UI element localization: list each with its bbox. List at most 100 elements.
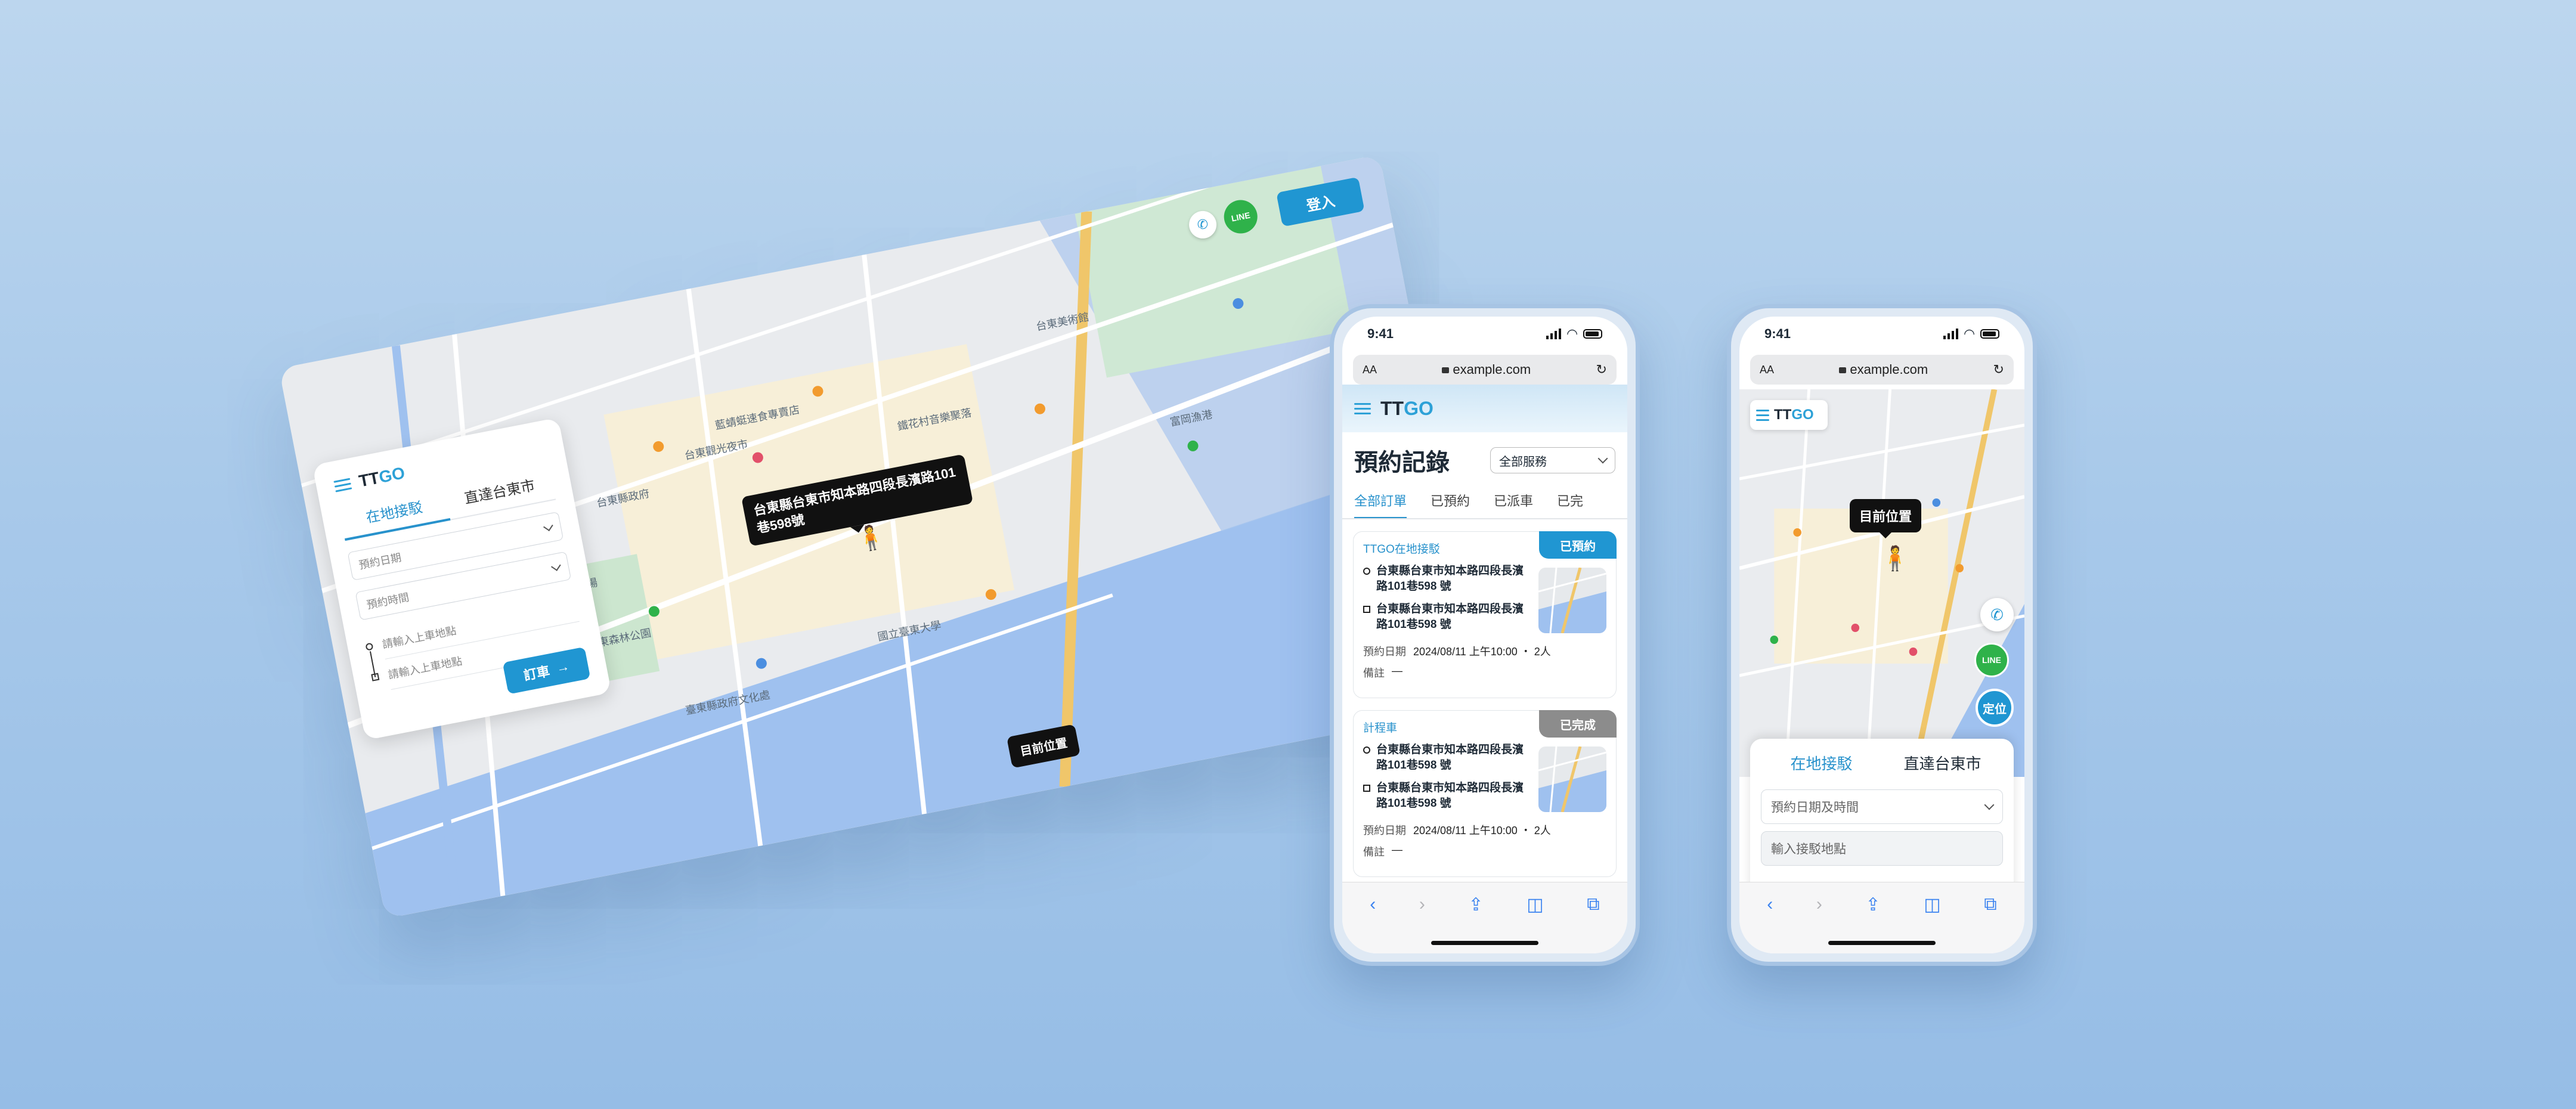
status-time: 9:41 xyxy=(1367,326,1394,341)
phone-icon[interactable]: ✆ xyxy=(1980,598,2014,631)
share-icon[interactable]: ⇪ xyxy=(1469,894,1484,915)
reload-icon[interactable]: ↻ xyxy=(1993,362,2004,377)
signal-icon xyxy=(1943,329,1959,339)
text-size-button[interactable]: AA xyxy=(1760,364,1774,376)
back-icon[interactable]: ‹ xyxy=(1767,894,1773,915)
tabs-icon[interactable]: ⧉ xyxy=(1587,894,1599,915)
menu-icon[interactable] xyxy=(333,478,352,492)
tabs-icon[interactable]: ⧉ xyxy=(1984,894,1996,915)
lock-icon xyxy=(1839,367,1847,373)
site-header: TTGO xyxy=(1342,385,1627,432)
forward-icon[interactable]: › xyxy=(1419,894,1425,915)
destination-square-icon xyxy=(371,673,380,681)
filter-value: 全部服務 xyxy=(1499,455,1547,469)
text-size-button[interactable]: AA xyxy=(1363,364,1377,376)
logo-tt: TT xyxy=(1774,407,1792,423)
arrow-right-icon: → xyxy=(555,658,571,676)
service-tabs: 在地接駁 直達台東市 xyxy=(1761,748,2003,782)
locate-button[interactable]: 定位 xyxy=(1976,689,2014,727)
wifi-icon: ◠ xyxy=(1567,326,1577,341)
logo[interactable]: TTGO xyxy=(1380,398,1433,420)
tab-booked[interactable]: 已預約 xyxy=(1431,491,1470,518)
tab-local-shuttle[interactable]: 在地接駁 xyxy=(1761,748,1882,782)
order-card[interactable]: 計程車 已完成 台東縣台東市知本路四段長濱路101巷598 號 台東縣台東市知本… xyxy=(1353,710,1617,877)
origin-dot-icon xyxy=(1363,568,1370,575)
bookmarks-icon[interactable]: ◫ xyxy=(1527,894,1543,915)
destination-address: 台東縣台東市知本路四段長濱路101巷598 號 xyxy=(1376,782,1524,810)
datetime-select[interactable]: 預約日期及時間 xyxy=(1761,789,2003,824)
person-marker-icon: 🧍 xyxy=(1880,546,1910,572)
date-value: 2024/08/11 上午10:00 ・ 2人 xyxy=(1413,825,1551,837)
lock-icon xyxy=(1442,367,1450,373)
url-text: example.com xyxy=(1453,362,1531,377)
phone-booking-records: 9:41 ◠ AA example.com ↻ TTGO 預約記錄 全部服務 全… xyxy=(1330,304,1640,966)
origin-dot-icon xyxy=(365,642,374,651)
wifi-icon: ◠ xyxy=(1964,326,1974,341)
browser-toolbar: ‹ › ⇪ ◫ ⧉ xyxy=(1342,882,1627,953)
chevron-down-icon xyxy=(1984,800,1995,810)
share-icon[interactable]: ⇪ xyxy=(1866,894,1881,915)
browser-toolbar: ‹ › ⇪ ◫ ⧉ xyxy=(1739,882,2024,953)
note-label: 備註 xyxy=(1363,846,1385,858)
page-title: 預約記錄 xyxy=(1354,450,1450,476)
forward-icon[interactable]: › xyxy=(1816,894,1822,915)
address-bar[interactable]: AA example.com ↻ xyxy=(1353,355,1617,385)
date-label: 預約日期 xyxy=(1363,646,1406,658)
map-thumbnail xyxy=(1538,746,1606,812)
logo-go: GO xyxy=(1404,397,1433,419)
chevron-down-icon xyxy=(543,521,553,531)
booking-panel: 在地接駁 直達台東市 預約日期及時間 輸入接駁地點 xyxy=(1750,739,2014,900)
back-icon[interactable]: ‹ xyxy=(1370,894,1376,915)
tab-direct-taitung[interactable]: 直達台東市 xyxy=(445,470,556,519)
home-indicator xyxy=(1431,941,1538,945)
status-time: 9:41 xyxy=(1764,326,1791,341)
date-placeholder: 預約日期 xyxy=(358,551,402,572)
menu-icon[interactable] xyxy=(1756,409,1769,421)
chevron-down-icon xyxy=(1597,453,1608,464)
status-badge: 已完成 xyxy=(1539,710,1617,738)
origin-address: 台東縣台東市知本路四段長濱路101巷598 號 xyxy=(1376,565,1524,593)
tab-dispatched[interactable]: 已派車 xyxy=(1494,491,1533,518)
note-value: — xyxy=(1392,844,1402,856)
phone-map-booking: 9:41 ◠ AA example.com ↻ TTGO 目前位置 🧍 ✆ LI… xyxy=(1727,304,2037,966)
current-location-label: 目前位置 xyxy=(1850,499,1922,538)
note-value: — xyxy=(1392,665,1402,677)
time-placeholder: 預約時間 xyxy=(366,591,410,611)
tab-all-orders[interactable]: 全部訂單 xyxy=(1354,491,1407,518)
logo-tt: TT xyxy=(1380,397,1404,419)
status-bar: 9:41 ◠ xyxy=(1739,317,2024,351)
datetime-placeholder: 預約日期及時間 xyxy=(1771,801,1859,814)
date-value: 2024/08/11 上午10:00 ・ 2人 xyxy=(1413,646,1551,658)
url-text: example.com xyxy=(1850,362,1928,377)
service-filter-select[interactable]: 全部服務 xyxy=(1490,447,1615,473)
home-indicator xyxy=(1828,941,1936,945)
origin-address: 台東縣台東市知本路四段長濱路101巷598 號 xyxy=(1376,744,1524,772)
battery-icon xyxy=(1583,329,1602,339)
tab-direct-taitung[interactable]: 直達台東市 xyxy=(1882,748,2003,782)
battery-icon xyxy=(1980,329,1999,339)
menu-icon[interactable] xyxy=(1354,402,1371,414)
status-badge: 已預約 xyxy=(1539,531,1617,559)
person-marker-icon: 🧍 xyxy=(853,522,888,554)
order-card[interactable]: TTGO在地接駁 已預約 台東縣台東市知本路四段長濱路101巷598 號 台東縣… xyxy=(1353,531,1617,698)
desktop-browser-mockup: 台東縣政府台東觀光夜市台東森林公園國立臺東大學藍蜻蜓速食專賣店鐵花村音樂聚落臺東… xyxy=(278,154,1487,919)
address-bar[interactable]: AA example.com ↻ xyxy=(1750,355,2014,385)
bookmarks-icon[interactable]: ◫ xyxy=(1924,894,1940,915)
logo[interactable]: TTGO xyxy=(1750,400,1828,430)
destination-address: 台東縣台東市知本路四段長濱路101巷598 號 xyxy=(1376,603,1524,631)
mobile-map[interactable]: TTGO 目前位置 🧍 ✆ LINE 定位 xyxy=(1739,389,2024,777)
chevron-down-icon xyxy=(551,561,561,571)
note-label: 備註 xyxy=(1363,667,1385,679)
map-thumbnail xyxy=(1538,568,1606,633)
order-label: 訂車 xyxy=(522,663,552,683)
order-status-tabs: 全部訂單 已預約 已派車 已完 xyxy=(1342,478,1627,519)
tab-local-shuttle[interactable]: 在地接駁 xyxy=(339,490,451,541)
date-label: 預約日期 xyxy=(1363,825,1406,837)
pickup-placeholder: 輸入接駁地點 xyxy=(1771,842,1846,856)
origin-dot-icon xyxy=(1363,746,1370,754)
reload-icon[interactable]: ↻ xyxy=(1596,362,1607,377)
pickup-input[interactable]: 輸入接駁地點 xyxy=(1761,831,2003,866)
tab-completed[interactable]: 已完 xyxy=(1557,491,1583,518)
line-icon[interactable]: LINE xyxy=(1974,643,2009,677)
logo-go: GO xyxy=(1791,407,1814,423)
